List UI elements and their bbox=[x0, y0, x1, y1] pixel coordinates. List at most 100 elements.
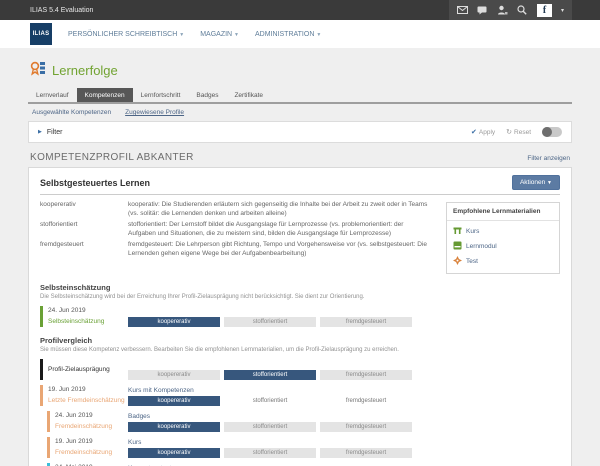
tab-kompetenzen[interactable]: Kompetenzen bbox=[77, 88, 133, 102]
user-menu-chevron-down-icon[interactable]: ▾ bbox=[561, 7, 564, 14]
tab-lernverlauf[interactable]: Lernverlauf bbox=[28, 88, 77, 102]
learning-achievements-icon bbox=[30, 60, 46, 81]
level-bar-koopererativ: koopererativ bbox=[128, 370, 220, 380]
entry-date: 19. Jun 2019 bbox=[55, 437, 128, 448]
chat-icon[interactable] bbox=[477, 5, 488, 16]
page-content: Lernerfolge Lernverlauf Kompetenzen Lern… bbox=[0, 60, 600, 466]
ilias-logo[interactable]: ILIAS bbox=[30, 23, 52, 45]
definition-row: koopererativ kooperativ: Die Studierende… bbox=[40, 200, 434, 219]
level-bar-stofforientiert: stofforientiert bbox=[224, 448, 316, 458]
entry-type: Selbsteinschätzung bbox=[48, 317, 128, 328]
level-bar-fremdgesteuert: fremdgesteuert bbox=[320, 396, 412, 406]
timeline-entry-kurs: 19. Jun 2019FremdeinschätzungKurskoopere… bbox=[40, 437, 560, 458]
level-term: fremdgesteuert bbox=[40, 240, 128, 259]
entry-content: koopererativstofforientiertfremdgesteuer… bbox=[128, 359, 412, 380]
entry-content: Kurs mit Kompetenzenkoopererativ stoffori… bbox=[128, 385, 412, 406]
main-nav-bar: ILIAS PERSÖNLICHER SCHREIBTISCH ▼ MAGAZI… bbox=[0, 20, 600, 48]
level-description: fremdgesteuert: Die Lehrperson gibt Rich… bbox=[128, 240, 434, 259]
level-definitions: koopererativ kooperativ: Die Studierende… bbox=[40, 200, 434, 274]
actions-button[interactable]: Aktionen ▼ bbox=[512, 175, 560, 190]
subtab-zugewiesene-profile[interactable]: Zugewiesene Profile bbox=[125, 109, 184, 116]
page-title: Lernerfolge bbox=[52, 63, 118, 78]
timeline-entry-badges: 24. Jun 2019FremdeinschätzungBadgeskoope… bbox=[40, 411, 560, 432]
level-description: stofforientiert: Der Lernstoff bildet di… bbox=[128, 220, 434, 239]
profile-header: KOMPETENZPROFIL ABKANTER Filter anzeigen bbox=[30, 152, 570, 163]
profile-title: KOMPETENZPROFIL ABKANTER bbox=[30, 152, 194, 163]
mail-icon[interactable] bbox=[457, 5, 468, 16]
materials-title: Empfohlene Lernmaterialien bbox=[447, 203, 559, 221]
nav-item-repository[interactable]: MAGAZIN ▼ bbox=[200, 31, 239, 38]
nav-item-administration[interactable]: ADMINISTRATION ▼ bbox=[255, 31, 321, 38]
materials-list: Kurs Lernmodul Test bbox=[447, 221, 559, 273]
filter-bar: ▶ Filter ✔Apply ↻Reset bbox=[28, 121, 572, 143]
user-online-icon[interactable] bbox=[497, 5, 508, 16]
competence-panel: Selbstgesteuertes Lernen Aktionen ▼ koop… bbox=[28, 167, 572, 466]
entry-type: Letzte Fremdeinschätzung bbox=[48, 396, 128, 407]
entry-title-link[interactable]: Kurs mit Kompetenzen bbox=[128, 386, 412, 397]
entry-content: Kurskoopererativ stofforientiert fremdgest… bbox=[128, 437, 412, 458]
reset-icon: ↻ bbox=[506, 128, 512, 136]
level-bars: koopererativstofforientiertfremdgesteuer… bbox=[128, 317, 412, 327]
subtab-ausgewaehlte-kompetenzen[interactable]: Ausgewählte Kompetenzen bbox=[32, 109, 111, 116]
entry-label-block: Profil-Zielausprägung bbox=[40, 359, 128, 380]
level-bars: koopererativ stofforientiert fremdgesteuer… bbox=[128, 396, 412, 406]
level-bar-fremdgesteuert: fremdgesteuert bbox=[320, 448, 412, 458]
nav-item-personal-desktop[interactable]: PERSÖNLICHER SCHREIBTISCH ▼ bbox=[68, 31, 184, 38]
level-bar-fremdgesteuert: fremdgesteuert bbox=[320, 422, 412, 432]
reset-button[interactable]: ↻Reset bbox=[506, 128, 531, 136]
material-item-lernmodul[interactable]: Lernmodul bbox=[447, 239, 559, 254]
page-title-row: Lernerfolge bbox=[30, 60, 570, 81]
entry-date: 24. Jun 2019 bbox=[55, 411, 128, 422]
self-assessment-entry: 24. Jun 2019Selbsteinschätzungkoopererat… bbox=[40, 306, 560, 327]
entry-title-link[interactable]: Kurs bbox=[128, 438, 412, 449]
entry-date: 19. Jun 2019 bbox=[48, 385, 128, 396]
definition-area: koopererativ kooperativ: Die Studierende… bbox=[40, 200, 560, 274]
profile-comparison-heading: Profilvergleich bbox=[40, 336, 560, 345]
material-item-test[interactable]: Test bbox=[447, 254, 559, 269]
level-bar-stofforientiert: stofforientiert bbox=[224, 370, 316, 380]
self-assessment-heading: Selbsteinschätzung bbox=[40, 283, 560, 292]
filter-toggle[interactable] bbox=[542, 127, 562, 137]
entry-label-block: 19. Jun 2019Letzte Fremdeinschätzung bbox=[40, 385, 128, 406]
top-bar-icon-group: f ▾ bbox=[449, 0, 572, 20]
tab-zertifikate[interactable]: Zertifikate bbox=[226, 88, 271, 102]
toggle-knob bbox=[542, 127, 552, 137]
profile-comparison-info: Sie müssen diese Kompetenz verbessern. B… bbox=[40, 347, 560, 353]
timeline-entry-last-external: 19. Jun 2019Letzte FremdeinschätzungKurs… bbox=[40, 385, 560, 406]
level-bar-stofforientiert: stofforientiert bbox=[224, 422, 316, 432]
entry-title-link[interactable]: Badges bbox=[128, 412, 412, 423]
search-icon[interactable] bbox=[517, 5, 528, 16]
level-bar-koopererativ: koopererativ bbox=[128, 396, 220, 406]
entry-label: Profil-Zielausprägung bbox=[48, 366, 128, 373]
level-description: kooperativ: Die Studierenden erläutern s… bbox=[128, 200, 434, 219]
entry-type: Fremdeinschätzung bbox=[55, 448, 128, 459]
entry-label-block: 24. Jun 2019Selbsteinschätzung bbox=[40, 306, 128, 327]
level-bar-koopererativ: koopererativ bbox=[128, 317, 220, 327]
filter-actions: ✔Apply ↻Reset bbox=[471, 127, 562, 137]
subtab-bar: Ausgewählte Kompetenzen Zugewiesene Prof… bbox=[28, 104, 572, 120]
entry-date: 24. Jun 2019 bbox=[48, 306, 128, 317]
level-bars: koopererativ stofforientiert fremdgesteuer… bbox=[128, 448, 412, 458]
recommended-materials-panel: Empfohlene Lernmaterialien Kurs Lernmodu… bbox=[446, 202, 560, 274]
material-item-kurs[interactable]: Kurs bbox=[447, 224, 559, 239]
self-assessment-info: Die Selbsteinschätzung wird bei der Erre… bbox=[40, 294, 560, 300]
expand-triangle-icon[interactable]: ▶ bbox=[38, 129, 42, 135]
chevron-down-icon: ▼ bbox=[547, 180, 552, 186]
entry-label-block: 19. Jun 2019Fremdeinschätzung bbox=[47, 437, 128, 458]
user-avatar[interactable]: f bbox=[537, 4, 552, 17]
level-bar-koopererativ: koopererativ bbox=[128, 448, 220, 458]
entry-label-block: 24. Jun 2019Fremdeinschätzung bbox=[47, 411, 128, 432]
level-bars: koopererativ stofforientiert fremdgesteuer… bbox=[128, 422, 412, 432]
tab-lernfortschritt[interactable]: Lernfortschritt bbox=[133, 88, 189, 102]
tab-badges[interactable]: Badges bbox=[188, 88, 226, 102]
level-bar-koopererativ: koopererativ bbox=[128, 422, 220, 432]
installation-title: ILIAS 5.4 Evaluation bbox=[0, 7, 93, 14]
level-bar-stofforientiert: stofforientiert bbox=[224, 396, 316, 406]
show-filter-link[interactable]: Filter anzeigen bbox=[527, 155, 570, 162]
filter-label[interactable]: Filter bbox=[47, 129, 63, 136]
course-icon bbox=[453, 226, 462, 237]
chevron-down-icon: ▼ bbox=[179, 32, 184, 38]
apply-button[interactable]: ✔Apply bbox=[471, 128, 495, 136]
panel-head: Selbstgesteuertes Lernen Aktionen ▼ bbox=[40, 175, 560, 195]
level-bar-stofforientiert: stofforientiert bbox=[224, 317, 316, 327]
